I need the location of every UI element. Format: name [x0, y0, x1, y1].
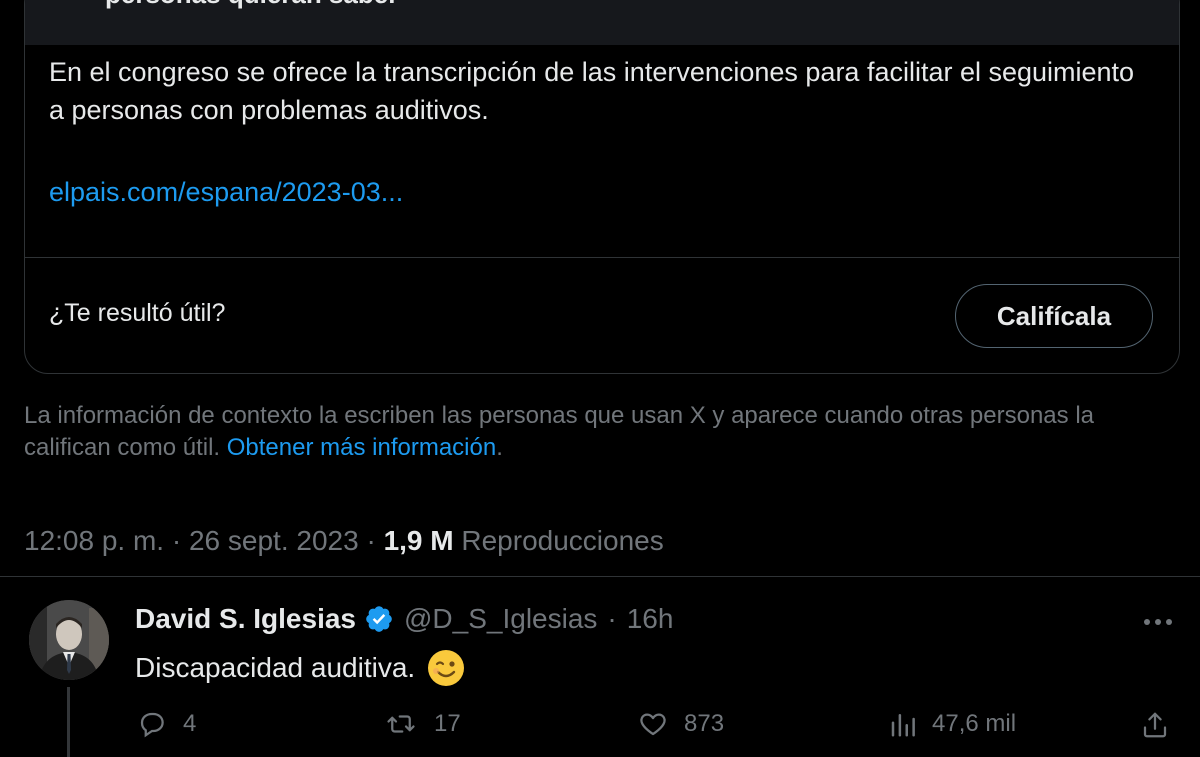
reply-time[interactable]: 16h [627, 603, 674, 635]
meta-separator: · [164, 525, 189, 556]
author-handle[interactable]: @D_S_Iglesias [404, 603, 597, 635]
views-action[interactable]: 47,6 mil [888, 709, 1016, 739]
like-count: 873 [684, 710, 725, 737]
views-count: 1,9 M [383, 525, 454, 556]
learn-more-link[interactable]: Obtener más información [227, 434, 496, 461]
note-body: En el congreso se ofrece la transcripció… [49, 57, 1135, 125]
rate-button[interactable]: Califícala [955, 284, 1153, 348]
more-icon[interactable] [1140, 607, 1176, 637]
views-count-reply: 47,6 mil [932, 710, 1017, 737]
reply-action[interactable]: 4 [135, 709, 196, 739]
meta-separator: · [358, 525, 384, 556]
views-chart-icon[interactable] [888, 709, 918, 739]
tweet-timestamp-row: 12:08 p. m. · 26 sept. 2023 · 1,9 M Repr… [24, 525, 664, 557]
retweet-count: 17 [434, 710, 461, 737]
views-label: Reproducciones [461, 525, 664, 556]
reply-tweet[interactable]: David S. Iglesias @D_S_Iglesias · 16h Di… [0, 577, 1200, 757]
reply-text: Discapacidad auditiva. [135, 649, 465, 687]
note-source-link[interactable]: elpais.com/espana/2023-03... [49, 173, 403, 211]
retweet-icon[interactable] [382, 709, 420, 739]
share-icon[interactable] [1140, 709, 1170, 741]
reply-icon[interactable] [135, 709, 169, 739]
meta-dot: · [607, 603, 617, 634]
heart-icon[interactable] [636, 709, 670, 739]
tweet-date[interactable]: 26 sept. 2023 [189, 525, 359, 556]
note-header: personas quieran saber [25, 0, 1179, 45]
reply-header: David S. Iglesias @D_S_Iglesias · 16h [135, 603, 673, 635]
context-text: La información de contexto la escriben l… [24, 402, 1094, 461]
share-action[interactable] [1140, 709, 1170, 741]
divider [25, 257, 1179, 258]
community-note-card: personas quieran saber En el congreso se… [24, 0, 1180, 374]
verified-badge-icon [364, 604, 394, 634]
retweet-action[interactable]: 17 [382, 709, 461, 739]
note-title: personas quieran saber [105, 0, 398, 10]
reply-text-content: Discapacidad auditiva. [135, 652, 416, 683]
author-name[interactable]: David S. Iglesias [135, 603, 356, 635]
like-action[interactable]: 873 [636, 709, 724, 739]
context-period: . [496, 434, 503, 461]
context-info: La información de contexto la escriben l… [24, 400, 1144, 464]
helpful-question: ¿Te resultó útil? [49, 299, 226, 327]
winking-face-emoji [427, 649, 465, 687]
avatar[interactable] [29, 600, 109, 680]
reply-count: 4 [183, 710, 197, 737]
action-bar: 4 17 873 47,6 mil [0, 709, 1200, 749]
tweet-time[interactable]: 12:08 p. m. [24, 525, 164, 556]
